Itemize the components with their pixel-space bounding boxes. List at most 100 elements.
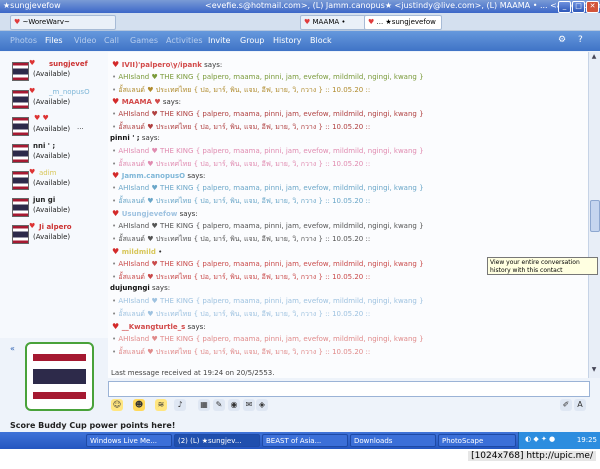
message-line: • อั้สแลนด์ ♥ ประเทศไทย { ปอ, มาร์, พิน,… [112, 234, 370, 245]
sender-name: IVII)'palpero\y/ipank [121, 61, 202, 69]
sender-name: MAAMA ♥ [121, 98, 161, 106]
gift-icon[interactable]: ◈ [256, 399, 268, 411]
menu-activities[interactable]: Activities [166, 36, 203, 45]
scroll-thumb[interactable] [590, 200, 600, 232]
collapse-arrow-icon[interactable]: « [10, 344, 15, 353]
window-titlebar[interactable]: ★sungjevefow <evefie.s@hotmail.com>, (L)… [0, 0, 600, 13]
message-line: • อั้สแลนด์ ♥ ประเทศไทย { ปอ, มาร์, พิน,… [112, 272, 370, 283]
wink-icon[interactable]: ☻ [133, 399, 145, 411]
tray-icons[interactable]: ◐ ◆ ✦ ● [525, 435, 555, 443]
sender-line: dujungngi says: [110, 284, 170, 292]
contact-item[interactable]: nni ' ; (Available) [12, 142, 107, 165]
close-button[interactable]: ✕ [586, 1, 599, 13]
taskbar-button-browser[interactable]: BEAST of Asia... [262, 434, 348, 447]
send-file-icon[interactable]: ✉ [243, 399, 255, 411]
menu-bar: Photos Files Video Call Games Activities… [0, 31, 600, 51]
sender-line: ♥ Usungjevefow says: [112, 209, 198, 218]
tab-worewarv[interactable]: ♥ ~WoreWarv~ [10, 15, 116, 30]
games-icon[interactable]: ◉ [228, 399, 240, 411]
contact-item[interactable]: ♥ ♥ (Available) ... [12, 114, 107, 138]
message-text: อั้สแลนด์ ♥ ประเทศไทย { ปอ, มาร์, พิน, แ… [118, 273, 371, 281]
contact-name: sungjevef [49, 60, 88, 68]
thai-flag-avatar [12, 198, 29, 217]
sender-name: dujungngi [110, 284, 150, 292]
minimize-button[interactable]: _ [558, 1, 571, 13]
scroll-down-icon[interactable]: ▼ [590, 366, 598, 375]
scroll-up-icon[interactable]: ▲ [590, 53, 598, 62]
contact-item[interactable]: ♥ _m_nopusO (Available) [12, 87, 107, 111]
message-line: • อั้สแลนด์ ♥ ประเทศไทย { ปอ, มาร์, พิน,… [112, 309, 370, 320]
message-text: AHIsland ♥ THE KING { palpero, maama, pi… [118, 297, 424, 305]
heart-icon: ♥ [14, 18, 21, 26]
says-label: says: [162, 98, 181, 106]
message-line: • AHIsland ♥ THE KING { palpero, maama, … [112, 297, 424, 305]
message-line: • AHIsland ♥ THE KING { palpero, maama, … [112, 147, 424, 155]
menu-games[interactable]: Games [130, 36, 158, 45]
conversation-history[interactable]: ♥ IVII)'palpero\y/ipank says: • AHIsland … [108, 52, 588, 378]
menu-photos[interactable]: Photos [10, 36, 37, 45]
contact-status: (Available) [33, 125, 71, 133]
nudge-icon[interactable]: ≋ [155, 399, 167, 411]
help-icon[interactable]: ? [578, 35, 583, 45]
contact-status: (Available) [33, 233, 71, 241]
says-label: says: [179, 210, 198, 218]
window-title-participants: <evefie.s@hotmail.com>, (L) Jamm.canopus… [205, 1, 600, 10]
thai-flag-avatar [12, 117, 29, 136]
message-text: อั้สแลนด์ ♥ ประเทศไทย { ปอ, มาร์, พิน, แ… [118, 348, 371, 356]
taskbar-button-conversation[interactable]: (2) (L) ★sungjev... [174, 434, 260, 447]
ink-icon[interactable]: ✎ [213, 399, 225, 411]
contact-item[interactable]: ♥ adim (Available) [12, 168, 107, 192]
heart-icon: ♥ [368, 18, 375, 26]
contact-item[interactable]: ♥ Ji alpero (Available) [12, 222, 107, 246]
tab-label: ... ★sungjevefow [376, 18, 436, 26]
heart-icon: ♥ [112, 60, 122, 69]
tab-sungjevefow[interactable]: ♥ ... ★sungjevefow [364, 15, 442, 30]
contact-item[interactable]: ♥ sungjevef (Available) [12, 59, 107, 83]
heart-icon: ♥ [29, 87, 36, 95]
message-text: AHIsland ♥ THE KING { palpero, maama, pi… [118, 73, 424, 81]
background-icon[interactable]: ▦ [198, 399, 210, 411]
contact-display-picture[interactable] [25, 342, 94, 411]
message-text: AHIsland ♥ THE KING { palpero, maama, pi… [118, 260, 424, 268]
maximize-button[interactable]: □ [572, 1, 585, 13]
menu-video[interactable]: Video [74, 36, 96, 45]
menu-group[interactable]: Group [240, 36, 264, 45]
contact-status: (Available) [33, 152, 71, 160]
windows-taskbar: Windows Live Me... (2) (L) ★sungjev... B… [0, 432, 600, 449]
message-text: อั้สแลนด์ ♥ ประเทศไทย { ปอ, มาร์, พิน, แ… [118, 123, 371, 131]
thai-flag-avatar [12, 225, 29, 244]
font-icon[interactable]: A [574, 399, 586, 411]
thai-flag-avatar [12, 171, 29, 190]
taskbar-button-downloads[interactable]: Downloads [350, 434, 436, 447]
menu-history[interactable]: History [273, 36, 301, 45]
menu-files[interactable]: Files [45, 36, 63, 45]
taskbar-button-wlm[interactable]: Windows Live Me... [86, 434, 172, 447]
contact-name: adim [39, 169, 57, 177]
conversation-scrollbar[interactable]: ▲ ▼ [588, 52, 600, 378]
emoticon-icon[interactable]: ☺ [111, 399, 123, 411]
heart-icon: ♥ [29, 222, 36, 230]
window-title: ★sungjevefow [3, 1, 61, 10]
voice-clip-icon[interactable]: ♪ [174, 399, 186, 411]
sender-name: Jamm.canopusO [121, 172, 186, 180]
menu-call[interactable]: Call [104, 36, 119, 45]
contact-item[interactable]: jun gi (Available) [12, 196, 107, 219]
options-icon[interactable]: ⚙ [558, 35, 566, 45]
heart-icon: ♥ [29, 59, 36, 67]
status-message[interactable]: Score Buddy Cup power points here! [10, 421, 175, 430]
sender-line: pinni ' ; says: [110, 134, 160, 142]
contact-status: (Available) [33, 98, 71, 106]
message-line: • อั้สแลนด์ ♥ ประเทศไทย { ปอ, มาร์, พิน,… [112, 122, 370, 133]
says-label: • [158, 248, 163, 256]
message-line: • AHIsland ♥ THE KING { palpero, maama, … [112, 184, 424, 192]
watermark: [1024x768] http://upic.me/ [468, 451, 596, 461]
message-input[interactable] [108, 381, 590, 397]
menu-block[interactable]: Block [310, 36, 332, 45]
says-label: says: [204, 61, 223, 69]
handwriting-icon[interactable]: ✐ [560, 399, 572, 411]
menu-invite[interactable]: Invite [208, 36, 230, 45]
contact-status: (Available) [33, 70, 71, 78]
taskbar-button-photoscape[interactable]: PhotoScape [438, 434, 516, 447]
clock: 19:25 [576, 436, 597, 444]
tab-maama[interactable]: ♥ MAAMA • [300, 15, 368, 30]
